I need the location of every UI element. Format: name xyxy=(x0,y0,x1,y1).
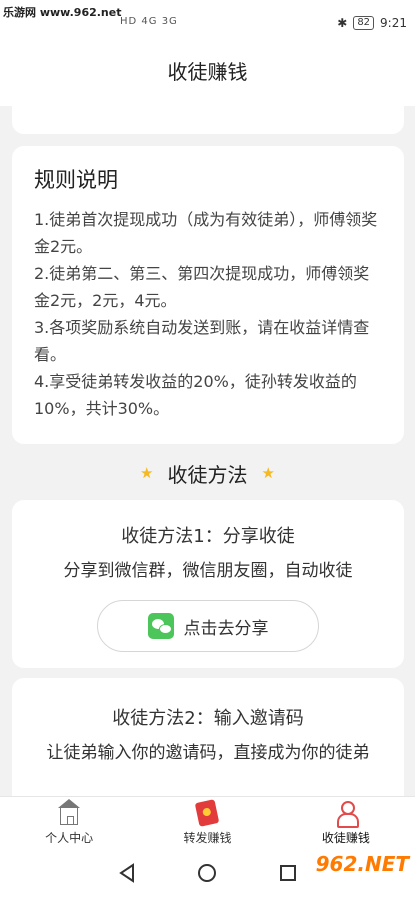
share-button-label: 点击去分享 xyxy=(183,618,269,639)
red-packet-icon xyxy=(195,799,220,827)
section-header: ★ 收徒方法 ★ xyxy=(0,456,415,490)
rule-item-1: 1.徒弟首次提现成功（成为有效徒弟），师傅领奖金2元。 xyxy=(34,210,378,256)
method-2-title: 收徒方法2：输入邀请码 xyxy=(112,708,304,729)
tab-label: 个人中心 xyxy=(45,830,94,845)
tab-personal-center[interactable]: 个人中心 xyxy=(0,797,138,850)
watermark-logo: 962.NET xyxy=(315,852,409,876)
bottom-tab-bar: 个人中心 转发赚钱 收徒赚钱 xyxy=(0,796,415,850)
rule-item-4: 4.享受徒弟转发收益的20%，徒孙转发收益的10%，共计30%。 xyxy=(34,372,357,418)
bluetooth-icon: ✱ xyxy=(337,16,348,30)
top-card xyxy=(12,106,404,134)
person-icon xyxy=(335,801,359,828)
tab-label: 收徒赚钱 xyxy=(321,831,370,845)
share-button[interactable]: 点击去分享 xyxy=(97,600,319,652)
method-2-card: 收徒方法2：输入邀请码 让徒弟输入你的邀请码，直接成为你的徒弟 xyxy=(12,678,404,796)
rules-title: 规则说明 xyxy=(34,168,118,192)
watermark-text: 乐游网 www.962.net xyxy=(3,6,122,19)
back-icon[interactable] xyxy=(118,863,136,887)
page-header: 收徒赚钱 xyxy=(0,34,415,106)
star-icon: ★ xyxy=(140,464,154,482)
method-1-card: 收徒方法1：分享收徒 分享到微信群，微信朋友圈，自动收徒 点击去分享 xyxy=(12,500,404,668)
clock: 9:21 xyxy=(380,16,407,30)
method-1-desc: 分享到微信群，微信朋友圈，自动收徒 xyxy=(63,561,353,581)
scroll-content[interactable]: 规则说明 1.徒弟首次提现成功（成为有效徒弟），师傅领奖金2元。 2.徒弟第二、… xyxy=(0,106,415,796)
status-right: ✱ 82 9:21 xyxy=(337,16,407,30)
rules-card: 规则说明 1.徒弟首次提现成功（成为有效徒弟），师傅领奖金2元。 2.徒弟第二、… xyxy=(12,146,404,444)
method-2-desc: 让徒弟输入你的邀请码，直接成为你的徒弟 xyxy=(46,743,370,763)
home-icon xyxy=(58,798,81,825)
tab-label: 转发赚钱 xyxy=(183,831,232,845)
wechat-icon xyxy=(147,613,174,639)
rule-item-3: 3.各项奖励系统自动发送到账，请在收益详情查看。 xyxy=(34,318,370,364)
method-1-title: 收徒方法1：分享收徒 xyxy=(121,526,295,547)
home-nav-icon[interactable] xyxy=(196,862,218,888)
status-bar: 乐游网 www.962.net HD 4G 3G ✱ 82 9:21 xyxy=(0,0,415,34)
section-title: 收徒方法 xyxy=(167,462,248,487)
tab-recruit-earn[interactable]: 收徒赚钱 xyxy=(277,797,415,850)
recent-apps-icon[interactable] xyxy=(278,863,298,887)
page-title: 收徒赚钱 xyxy=(167,59,248,84)
tab-forward-earn[interactable]: 转发赚钱 xyxy=(138,797,276,850)
battery-icon: 82 xyxy=(353,16,375,30)
star-icon: ★ xyxy=(261,464,275,482)
signal-indicators: HD 4G 3G xyxy=(120,16,178,27)
rule-item-2: 2.徒弟第二、第三、第四次提现成功，师傅领奖金2元，2元，4元。 xyxy=(34,264,370,310)
